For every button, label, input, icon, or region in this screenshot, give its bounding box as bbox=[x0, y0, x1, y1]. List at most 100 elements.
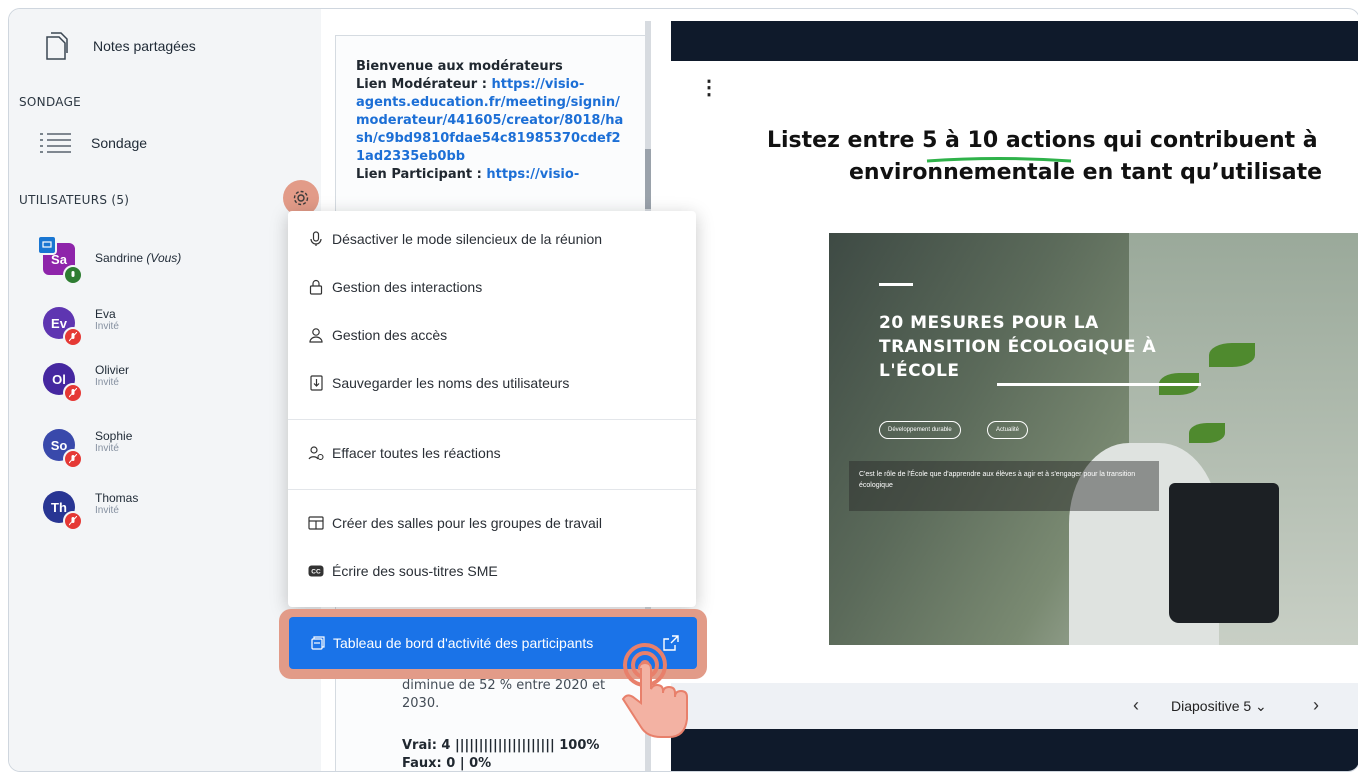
moderator-link-part[interactable]: agents.education.fr/meeting/signin/ bbox=[356, 94, 620, 112]
user-you-tag: (Vous) bbox=[146, 251, 182, 265]
menu-item-label: Écrire des sous-titres SME bbox=[332, 563, 498, 579]
menu-item-label: Effacer toutes les réactions bbox=[332, 445, 501, 461]
slide-label: Diapositive 5 bbox=[1171, 698, 1252, 714]
menu-item-clear-reactions[interactable]: Effacer toutes les réactions bbox=[288, 431, 696, 475]
gear-icon bbox=[293, 190, 309, 206]
menu-item-interactions[interactable]: Gestion des interactions bbox=[288, 265, 696, 309]
menu-item-save-names[interactable]: Sauvegarder les noms des utilisateurs bbox=[288, 361, 696, 405]
user-item-olivier[interactable]: Ol Olivier Invité bbox=[43, 363, 303, 407]
tag-chip: Actualité bbox=[987, 421, 1029, 439]
title-bar-decoration bbox=[879, 283, 913, 286]
menu-item-captions[interactable]: CC Écrire des sous-titres SME bbox=[288, 549, 696, 593]
muted-microphone-icon bbox=[63, 449, 83, 469]
user-name: Thomas bbox=[95, 491, 139, 505]
participant-link-label: Lien Participant : bbox=[356, 167, 487, 182]
menu-item-label: Gestion des interactions bbox=[332, 279, 483, 295]
user-name: Sophie bbox=[95, 429, 133, 443]
image-caption: C'est le rôle de l'École que d'apprendre… bbox=[859, 471, 1136, 489]
user-role: Invité bbox=[95, 443, 119, 454]
users-section-title: UTILISATEURS (5) bbox=[19, 193, 130, 207]
menu-item-label: Gestion des accès bbox=[332, 327, 448, 343]
user-icon bbox=[308, 327, 324, 343]
presentation-top-bar bbox=[671, 21, 1358, 61]
menu-item-access[interactable]: Gestion des accès bbox=[288, 313, 696, 357]
user-item-thomas[interactable]: Th Thomas Invité bbox=[43, 491, 303, 535]
menu-item-label: Créer des salles pour les groupes de tra… bbox=[332, 515, 603, 531]
slide-selector[interactable]: Diapositive 5 ⌄ bbox=[1171, 698, 1267, 715]
slide-image: 20 MESURES POUR LA TRANSITION ÉCOLOGIQUE… bbox=[829, 233, 1358, 645]
user-name: Sandrine (Vous) bbox=[95, 251, 182, 265]
slide-title-line2: environnementale en tant qu’utilisate bbox=[849, 160, 1323, 185]
user-clear-icon bbox=[308, 445, 324, 461]
moderator-link-line: Lien Modérateur : https://visio- bbox=[356, 76, 584, 94]
heading-underline bbox=[997, 383, 1201, 386]
menu-item-label: Sauvegarder les noms des utilisateurs bbox=[332, 375, 570, 391]
image-heading-line: TRANSITION ÉCOLOGIQUE À bbox=[879, 337, 1157, 357]
menu-divider bbox=[288, 419, 696, 420]
user-role: Invité bbox=[95, 505, 119, 516]
moderator-actions-menu: Désactiver le mode silencieux de la réun… bbox=[288, 211, 696, 607]
moderator-link-part[interactable]: moderateur/441605/creator/8018/ha bbox=[356, 112, 623, 130]
list-icon bbox=[40, 133, 71, 153]
menu-item-label: Désactiver le mode silencieux de la réun… bbox=[332, 231, 603, 247]
menu-item-label: Tableau de bord d'activité des participa… bbox=[333, 635, 594, 651]
notes-icon bbox=[46, 32, 68, 60]
welcome-heading: Bienvenue aux modérateurs bbox=[356, 59, 563, 74]
poll-true-result: Vrai: 4 ||||||||||||||||||||| 100% bbox=[402, 738, 600, 753]
muted-microphone-icon bbox=[63, 327, 83, 347]
participant-link-line: Lien Participant : https://visio- bbox=[356, 166, 579, 184]
shared-notes-label: Notes partagées bbox=[93, 38, 196, 54]
hand-cursor-icon bbox=[621, 643, 688, 738]
lock-icon bbox=[308, 279, 324, 295]
participant-link[interactable]: https://visio- bbox=[486, 167, 579, 182]
leaf bbox=[1209, 343, 1255, 367]
more-options-icon[interactable]: ⋮ bbox=[699, 75, 719, 100]
chevron-down-icon: ⌄ bbox=[1255, 698, 1267, 714]
image-heading-line: 20 MESURES POUR LA bbox=[879, 313, 1099, 333]
closed-captions-icon: CC bbox=[308, 563, 324, 579]
muted-microphone-icon bbox=[63, 383, 83, 403]
moderator-link-part[interactable]: 1ad2335eb0bb bbox=[356, 148, 465, 166]
user-item-sophie[interactable]: So Sophie Invité bbox=[43, 429, 303, 473]
user-item-eva[interactable]: Ev Eva Invité bbox=[43, 307, 303, 351]
dashboard-icon bbox=[311, 636, 325, 650]
app-window: Notes partagées SONDAGE Sondage UTILISAT… bbox=[8, 8, 1358, 772]
leaf bbox=[1189, 423, 1225, 443]
user-role: Invité bbox=[95, 321, 119, 332]
poll-label: Sondage bbox=[91, 135, 148, 151]
user-name: Olivier bbox=[95, 363, 130, 377]
user-name: Eva bbox=[95, 307, 116, 321]
presentation-bottom-bar bbox=[671, 729, 1358, 771]
poll-result-text: 2030. bbox=[402, 696, 440, 711]
svg-text:CC: CC bbox=[311, 569, 321, 576]
poll-false-result: Faux: 0 | 0% bbox=[402, 756, 492, 771]
breakout-rooms-icon bbox=[308, 515, 324, 531]
image-heading: 20 MESURES POUR LA TRANSITION ÉCOLOGIQUE… bbox=[879, 311, 1156, 383]
presenter-icon bbox=[37, 235, 57, 255]
poll-item[interactable]: Sondage bbox=[39, 131, 147, 155]
user-item-sandrine[interactable]: Sa Sandrine (Vous) bbox=[37, 235, 303, 287]
plant-pot bbox=[1169, 483, 1279, 623]
sidebar: Notes partagées SONDAGE Sondage UTILISAT… bbox=[9, 9, 321, 771]
chat-scrollbar-thumb[interactable] bbox=[645, 149, 651, 209]
moderator-link-label: Lien Modérateur : bbox=[356, 77, 492, 92]
microphone-icon bbox=[308, 231, 324, 247]
poll-section-title: SONDAGE bbox=[19, 95, 82, 109]
presentation-area: ⋮ Listez entre 5 à 10 actions qui contri… bbox=[671, 21, 1358, 771]
moderator-link-part[interactable]: sh/c9bd9810fdae54c81985370cdef2 bbox=[356, 130, 621, 148]
tag-chip: Développement durable bbox=[879, 421, 961, 439]
shared-notes-item[interactable]: Notes partagées bbox=[43, 31, 196, 61]
slide-title-line1: Listez entre 5 à 10 actions qui contribu… bbox=[767, 128, 1318, 153]
slide-navigation-bar: ‹ Diapositive 5 ⌄ › bbox=[671, 683, 1358, 729]
microphone-icon bbox=[63, 265, 83, 285]
menu-divider bbox=[288, 489, 696, 490]
menu-item-unmute-meeting[interactable]: Désactiver le mode silencieux de la réun… bbox=[288, 217, 696, 261]
moderator-link-start[interactable]: https://visio- bbox=[491, 77, 584, 92]
menu-item-breakout-rooms[interactable]: Créer des salles pour les groupes de tra… bbox=[288, 501, 696, 545]
user-role: Invité bbox=[95, 377, 119, 388]
poll-result-text: diminue de 52 % entre 2020 et bbox=[402, 678, 606, 693]
previous-slide-icon[interactable]: ‹ bbox=[1133, 695, 1139, 716]
image-heading-line: L'ÉCOLE bbox=[879, 361, 960, 381]
next-slide-icon[interactable]: › bbox=[1313, 695, 1319, 716]
muted-microphone-icon bbox=[63, 511, 83, 531]
